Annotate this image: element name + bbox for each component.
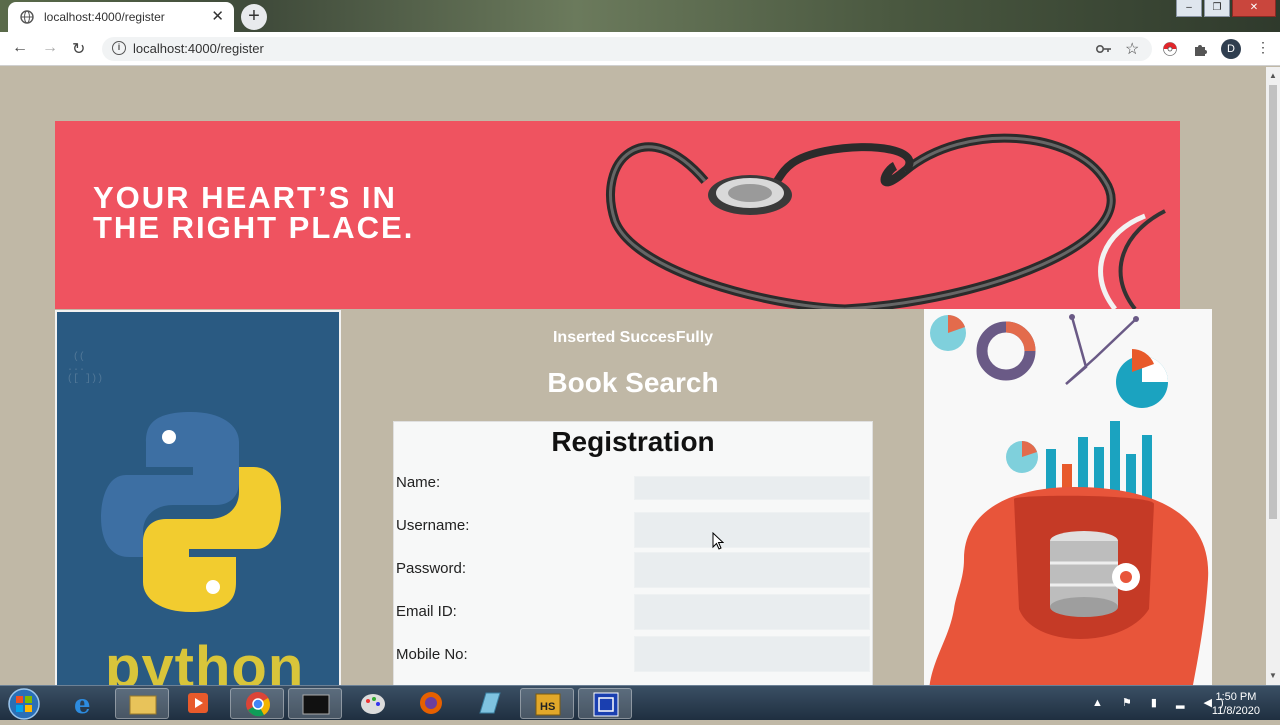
tab-title: localhost:4000/register xyxy=(44,10,165,24)
email-input[interactable] xyxy=(634,594,870,630)
close-window-button[interactable]: ✕ xyxy=(1232,0,1276,17)
taskbar-firefox-button[interactable] xyxy=(404,688,458,719)
windows-taskbar: e HS ▲ ⚑ ▮ ▂ ◀) 1:50 PM 11/8/2020 xyxy=(0,685,1280,720)
taskbar-notepad-button[interactable] xyxy=(462,688,516,719)
banner-headline: YOUR HEART’S IN THE RIGHT PLACE. xyxy=(93,180,415,245)
minimize-button[interactable]: – xyxy=(1176,0,1202,17)
media-player-icon xyxy=(188,693,208,713)
extensions-puzzle-icon[interactable] xyxy=(1193,42,1208,57)
email-label: Email ID: xyxy=(396,603,457,620)
python-logo-image: (( ... ([ ])) python xyxy=(55,310,341,685)
name-input[interactable] xyxy=(634,476,870,500)
data-science-illustration xyxy=(924,309,1212,685)
data-head-analytics-icon xyxy=(929,314,1209,685)
hs-app-icon: HS xyxy=(535,693,561,716)
success-message: Inserted SuccesFully xyxy=(552,329,714,346)
url-text: localhost:4000/register xyxy=(133,41,264,56)
registration-form: Registration Name: Username: Password: E… xyxy=(393,421,873,685)
header-banner: YOUR HEART’S IN THE RIGHT PLACE. xyxy=(55,121,1180,309)
name-label: Name: xyxy=(396,474,441,491)
taskbar-explorer-button[interactable] xyxy=(115,688,169,719)
reload-icon[interactable]: ↻ xyxy=(72,39,85,59)
taskbar-chrome-button[interactable] xyxy=(230,688,284,719)
password-input[interactable] xyxy=(634,552,870,588)
taskbar-remote-button[interactable] xyxy=(578,688,632,719)
site-info-icon[interactable]: i xyxy=(112,41,126,55)
taskbar-media-button[interactable] xyxy=(172,688,226,719)
page-viewport: YOUR HEART’S IN THE RIGHT PLACE. (( ... … xyxy=(0,67,1266,685)
paint-palette-icon xyxy=(361,694,385,714)
close-tab-icon[interactable]: ✕ xyxy=(211,7,224,25)
terminal-icon xyxy=(302,694,330,715)
scroll-up-icon[interactable]: ▲ xyxy=(1269,71,1277,80)
bookmark-star-icon[interactable]: ☆ xyxy=(1125,39,1139,59)
start-button-icon[interactable] xyxy=(4,687,44,721)
key-icon[interactable] xyxy=(1096,43,1112,55)
internet-explorer-icon: e xyxy=(74,690,91,720)
window-controls: – ❐ ✕ xyxy=(1176,0,1276,18)
address-bar[interactable]: i localhost:4000/register xyxy=(102,37,1152,61)
svg-text:e: e xyxy=(74,690,91,719)
notepad-icon xyxy=(479,692,501,714)
forward-icon[interactable]: → xyxy=(42,39,58,57)
code-background-texture: (( ... ([ ])) xyxy=(67,352,104,385)
browser-toolbar: ← → ↻ i localhost:4000/register ☆ D ⋮ xyxy=(0,32,1280,66)
folder-icon xyxy=(129,695,157,715)
back-icon[interactable]: ← xyxy=(12,39,28,57)
taskbar-hs-button[interactable]: HS xyxy=(520,688,574,719)
taskbar-terminal-button[interactable] xyxy=(288,688,342,719)
page-heading: Book Search xyxy=(547,367,719,398)
python-wordmark: python xyxy=(105,635,305,685)
page-scrollbar[interactable]: ▲ ▼ xyxy=(1266,67,1280,685)
menu-kebab-icon[interactable]: ⋮ xyxy=(1256,39,1270,56)
profile-avatar[interactable]: D xyxy=(1221,39,1241,59)
banner-line-1: YOUR HEART’S IN xyxy=(93,180,397,215)
mobile-label: Mobile No: xyxy=(396,646,468,663)
mobile-input[interactable] xyxy=(634,636,870,672)
python-snake-logo-icon xyxy=(101,412,281,612)
system-clock[interactable]: 1:50 PM 11/8/2020 xyxy=(1212,690,1260,718)
banner-line-2: THE RIGHT PLACE. xyxy=(93,210,415,245)
mouse-cursor-icon xyxy=(712,532,724,550)
username-input[interactable] xyxy=(634,512,870,548)
username-label: Username: xyxy=(396,517,470,534)
system-tray-icons[interactable]: ▲ ⚑ ▮ ▂ ◀) xyxy=(1092,696,1232,709)
svg-text:HS: HS xyxy=(540,701,555,713)
globe-icon xyxy=(20,10,34,24)
taskbar-paint-button[interactable] xyxy=(346,688,400,719)
remote-app-icon xyxy=(593,692,619,717)
browser-tab[interactable]: localhost:4000/register ✕ xyxy=(8,2,234,32)
password-label: Password: xyxy=(396,560,467,577)
maximize-button[interactable]: ❐ xyxy=(1204,0,1230,17)
taskbar-ie-button[interactable]: e xyxy=(58,688,112,720)
new-tab-button[interactable]: + xyxy=(241,4,267,30)
pokeball-extension-icon[interactable] xyxy=(1163,42,1177,56)
form-title: Registration xyxy=(551,426,715,457)
browser-tab-strip: localhost:4000/register ✕ + – ❐ ✕ xyxy=(0,0,1280,32)
scroll-down-icon[interactable]: ▼ xyxy=(1269,671,1277,680)
stethoscope-heart-illustration xyxy=(606,133,1166,309)
firefox-icon xyxy=(420,692,442,714)
scrollbar-thumb[interactable] xyxy=(1269,85,1277,519)
clock-time: 1:50 PM xyxy=(1215,691,1257,703)
clock-date: 11/8/2020 xyxy=(1211,705,1260,717)
chrome-icon xyxy=(246,692,270,717)
